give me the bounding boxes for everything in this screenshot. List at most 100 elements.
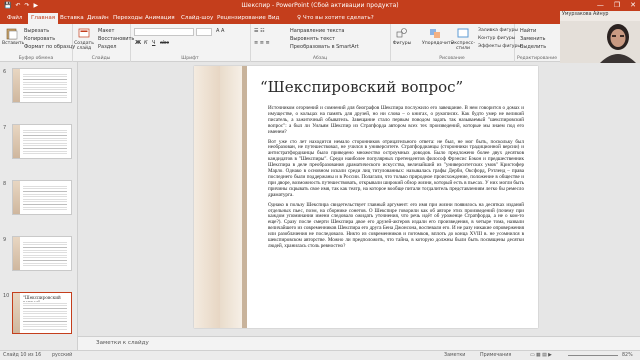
slide-decoration-border: [242, 66, 247, 328]
slide-thumbnail[interactable]: 9: [3, 236, 72, 271]
slide-number: 8: [3, 181, 7, 187]
close-button[interactable]: ✕: [630, 1, 636, 9]
text-direction-button[interactable]: Направление текста: [290, 28, 344, 34]
thumbnail-decoration: [13, 237, 20, 270]
presenter-video-image: [560, 11, 640, 63]
tab-file[interactable]: Файл: [4, 13, 25, 24]
paragraph-group-label: Абзац: [312, 56, 328, 61]
new-slide-button[interactable]: Создать слайд: [74, 27, 94, 51]
tab-review[interactable]: Рецензирование: [214, 13, 269, 24]
shape-outline-button[interactable]: Контур фигуры: [478, 36, 515, 41]
new-slide-label: Создать слайд: [74, 41, 94, 51]
find-button[interactable]: Найти: [520, 28, 536, 34]
shape-fill-button[interactable]: Заливка фигуры: [478, 28, 518, 33]
tab-design[interactable]: Дизайн: [84, 13, 112, 24]
tab-transitions[interactable]: Переходы: [110, 13, 146, 24]
font-family-select[interactable]: [134, 28, 194, 36]
slide-thumbnail[interactable]: 7: [3, 124, 72, 159]
quick-styles-button[interactable]: Экспресс-стили: [450, 27, 476, 51]
drawing-group-label: Рисование: [439, 56, 465, 61]
quick-styles-label: Экспресс-стили: [451, 41, 475, 51]
view-buttons[interactable]: ▭ ▦ ▤ ▶: [530, 353, 552, 358]
cut-button[interactable]: Вырезать: [24, 28, 49, 34]
tab-view[interactable]: Вид: [265, 13, 282, 24]
select-button[interactable]: Выделить: [520, 44, 546, 50]
slide-paragraph: Вот уже сто лет находится немало сторонн…: [268, 138, 524, 198]
thumbnail-text: [23, 185, 67, 211]
notes-placeholder: Заметки к слайду: [96, 340, 149, 346]
thumbnail-decoration: [13, 125, 20, 158]
tab-home[interactable]: Главная: [28, 13, 59, 24]
tab-slideshow[interactable]: Слайд-шоу: [178, 13, 216, 24]
clipboard-group-label: Буфер обмена: [18, 56, 54, 61]
editing-group-label: Редактирование: [516, 56, 558, 61]
slide-decoration-panel: [220, 66, 242, 328]
minimize-button[interactable]: —: [597, 1, 604, 9]
layout-button[interactable]: Макет: [98, 28, 114, 34]
tab-insert[interactable]: Вставка: [57, 13, 87, 24]
font-size-select[interactable]: [196, 28, 212, 36]
slide-number: 10: [3, 293, 10, 299]
zoom-level[interactable]: 82%: [622, 353, 633, 358]
quick-styles-icon: [457, 28, 469, 38]
copy-button[interactable]: Копировать: [24, 36, 55, 42]
slide-thumbnail[interactable]: 6: [3, 68, 72, 103]
font-group: A A Ж К Ч abc Шрифт: [130, 24, 251, 62]
slide-number: 6: [3, 69, 7, 75]
convert-smartart-button[interactable]: Преобразовать в SmartArt: [290, 44, 359, 50]
editing-group: Найти Заменить Выделить Редактирование: [514, 24, 560, 62]
new-slide-icon: [78, 28, 90, 38]
tell-me-search[interactable]: ♀ Что вы хотите сделать?: [297, 13, 374, 23]
font-grow-shrink-buttons[interactable]: A A: [216, 28, 224, 34]
reset-button[interactable]: Восстановить: [98, 36, 134, 42]
zoom-slider[interactable]: [568, 355, 618, 356]
slide-thumbnail[interactable]: 8: [3, 180, 72, 215]
notes-pane[interactable]: Заметки к слайду: [78, 336, 640, 350]
tab-animations[interactable]: Анимация: [142, 13, 178, 24]
bold-button[interactable]: Ж: [135, 40, 141, 46]
slide-title[interactable]: “Шекспировский вопрос”: [260, 78, 520, 96]
clipboard-group: Вставить Вырезать Копировать Формат по о…: [0, 24, 75, 62]
underline-button[interactable]: Ч: [152, 40, 155, 46]
slide-thumbnail-pane[interactable]: 6 7 8 9 10 "Шекспировский вопрос": [0, 62, 78, 350]
maximize-button[interactable]: ❐: [614, 1, 620, 9]
arrange-button[interactable]: Упорядочить: [422, 27, 453, 46]
slide-number: 7: [3, 125, 7, 131]
arrange-label: Упорядочить: [422, 41, 454, 46]
drawing-group: Фигуры Упорядочить Экспресс-стили Заливк…: [390, 24, 521, 62]
shapes-button[interactable]: Фигуры: [392, 27, 412, 46]
status-bar: Слайд 10 из 16 русский Заметки Примечани…: [0, 350, 640, 360]
align-icons[interactable]: ≡ ≡ ≡: [254, 40, 270, 46]
slide-paragraph: Источником огорчений и сомнений для биог…: [268, 105, 524, 135]
paragraph-group: Направление текста Выровнять текст Преоб…: [250, 24, 391, 62]
ribbon-tabs: Файл Главная Вставка Дизайн Переходы Ани…: [0, 11, 640, 24]
notes-toggle-button[interactable]: Заметки: [444, 353, 465, 358]
paste-icon: [6, 28, 18, 40]
title-bar: 💾 ↶ ↷ ▶ Шекспир - PowerPoint (Сбой актив…: [0, 0, 640, 11]
thumbnail-text: [23, 241, 67, 267]
thumbnail-decoration: [13, 69, 20, 102]
slide-thumbnail-active[interactable]: 10 "Шекспировский вопрос": [3, 292, 72, 334]
paste-button[interactable]: Вставить: [2, 27, 25, 46]
comments-toggle-button[interactable]: Примечания: [480, 353, 511, 358]
slide-canvas[interactable]: “Шекспировский вопрос” Источником огорче…: [194, 66, 538, 328]
thumbnail-decoration: [13, 181, 20, 214]
align-text-button[interactable]: Выровнять текст: [290, 36, 335, 42]
format-painter-button[interactable]: Формат по образцу: [24, 44, 75, 50]
slides-group: Создать слайд Макет Восстановить Раздел …: [72, 24, 134, 62]
thumbnail-decoration: [13, 293, 20, 333]
window-controls: — ❐ ✕: [597, 1, 636, 9]
slide-body-text[interactable]: Источником огорчений и сомнений для биог…: [268, 105, 524, 324]
section-button[interactable]: Раздел: [98, 44, 116, 50]
language-indicator[interactable]: русский: [52, 353, 72, 358]
shapes-icon: [396, 28, 407, 38]
thumbnail-text: [23, 302, 67, 330]
shapes-label: Фигуры: [392, 41, 412, 46]
thumbnail-text: [23, 129, 67, 155]
italic-button[interactable]: К: [144, 40, 148, 46]
strikethrough-button[interactable]: abc: [160, 40, 169, 46]
paste-label: Вставить: [2, 41, 25, 46]
bullets-icon[interactable]: ☰ ☷: [254, 28, 265, 34]
window-title: Шекспир - PowerPoint (Сбой активации про…: [241, 2, 399, 9]
replace-button[interactable]: Заменить: [520, 36, 546, 42]
